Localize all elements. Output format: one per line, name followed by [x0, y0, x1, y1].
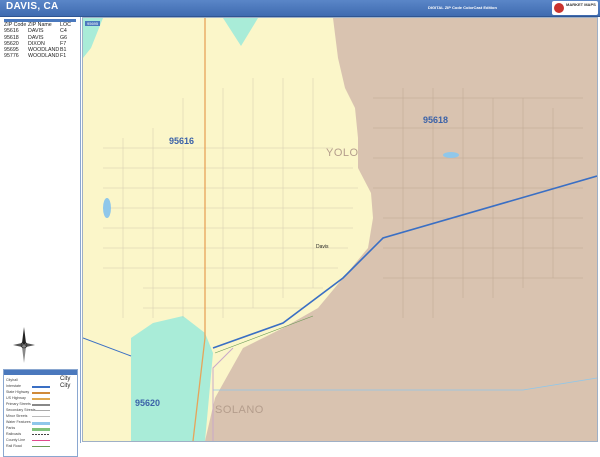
legend-label: Water Features: [6, 420, 31, 424]
rail-road-symbol: [32, 446, 50, 447]
zip-code-table: ZIP Code ZIP Name LOC 95616 DAVIS C4 956…: [4, 22, 76, 60]
zip-label-95616[interactable]: 95616: [169, 136, 194, 146]
secondary-street-symbol: [32, 410, 50, 411]
legend-label: County Line: [6, 438, 26, 442]
legend-label: Parks: [6, 426, 16, 430]
zip-name-cell: WOODLAND: [28, 53, 60, 60]
legend-label: Railroads: [6, 432, 22, 436]
zip-badge-95695: 95695: [85, 21, 101, 26]
legend-label: State Highway: [6, 390, 30, 394]
map-canvas[interactable]: 95695 95616 95618 95620 YOLO SOLANO Davi…: [82, 17, 598, 442]
logo-icon: [554, 3, 564, 13]
map-sidebar: ZIP Code ZIP Name LOC 95616 DAVIS C4 956…: [0, 17, 81, 457]
zip-label-95618[interactable]: 95618: [423, 115, 448, 125]
us-highway-symbol: [32, 398, 50, 400]
compass-rose-icon: [13, 327, 35, 363]
zip-loc-cell: F1: [60, 53, 67, 60]
legend-label: Interstate: [6, 384, 21, 388]
map-legend: Cityhall City Interstate City State High…: [3, 369, 78, 457]
pond-icon: [443, 152, 459, 158]
state-highway-symbol: [32, 392, 50, 394]
legend-label: Minor Streets: [6, 414, 28, 418]
edition-label: DIGITAL ZIP Code ColorCast Edition: [428, 5, 497, 10]
table-row: 95776 WOODLAND F1: [4, 53, 76, 59]
county-label-yolo: YOLO: [326, 147, 359, 159]
legend-city-sample: City: [60, 383, 71, 389]
primary-street-symbol: [32, 404, 50, 406]
legend-header-bar: [4, 370, 77, 375]
legend-label: Primary Streets: [6, 402, 31, 406]
logo-text: MARKET MAPS: [566, 2, 596, 7]
legend-label: Cityhall: [6, 378, 18, 382]
park-symbol: [32, 428, 50, 431]
railroad-symbol: [32, 434, 50, 435]
city-label-davis: Davis: [316, 244, 329, 250]
county-line-symbol: [32, 440, 50, 441]
legend-row: Rail Road: [6, 444, 76, 450]
title-bar: DAVIS, CA DIGITAL ZIP Code ColorCast Edi…: [0, 0, 600, 17]
zip-label-95620[interactable]: 95620: [135, 398, 160, 408]
lake-icon: [103, 198, 111, 218]
map-svg: [83, 18, 597, 441]
publisher-logo[interactable]: MARKET MAPS: [552, 1, 598, 15]
zip-code-cell: 95776: [4, 53, 19, 60]
county-label-solano: SOLANO: [215, 404, 264, 416]
water-symbol: [32, 422, 50, 425]
map-title: DAVIS, CA: [6, 1, 59, 12]
minor-street-symbol: [32, 416, 50, 417]
legend-label: Rail Road: [6, 444, 22, 448]
interstate-line-symbol: [32, 386, 50, 388]
legend-label: US Highway: [6, 396, 26, 400]
legend-city-sample: City: [60, 376, 71, 382]
